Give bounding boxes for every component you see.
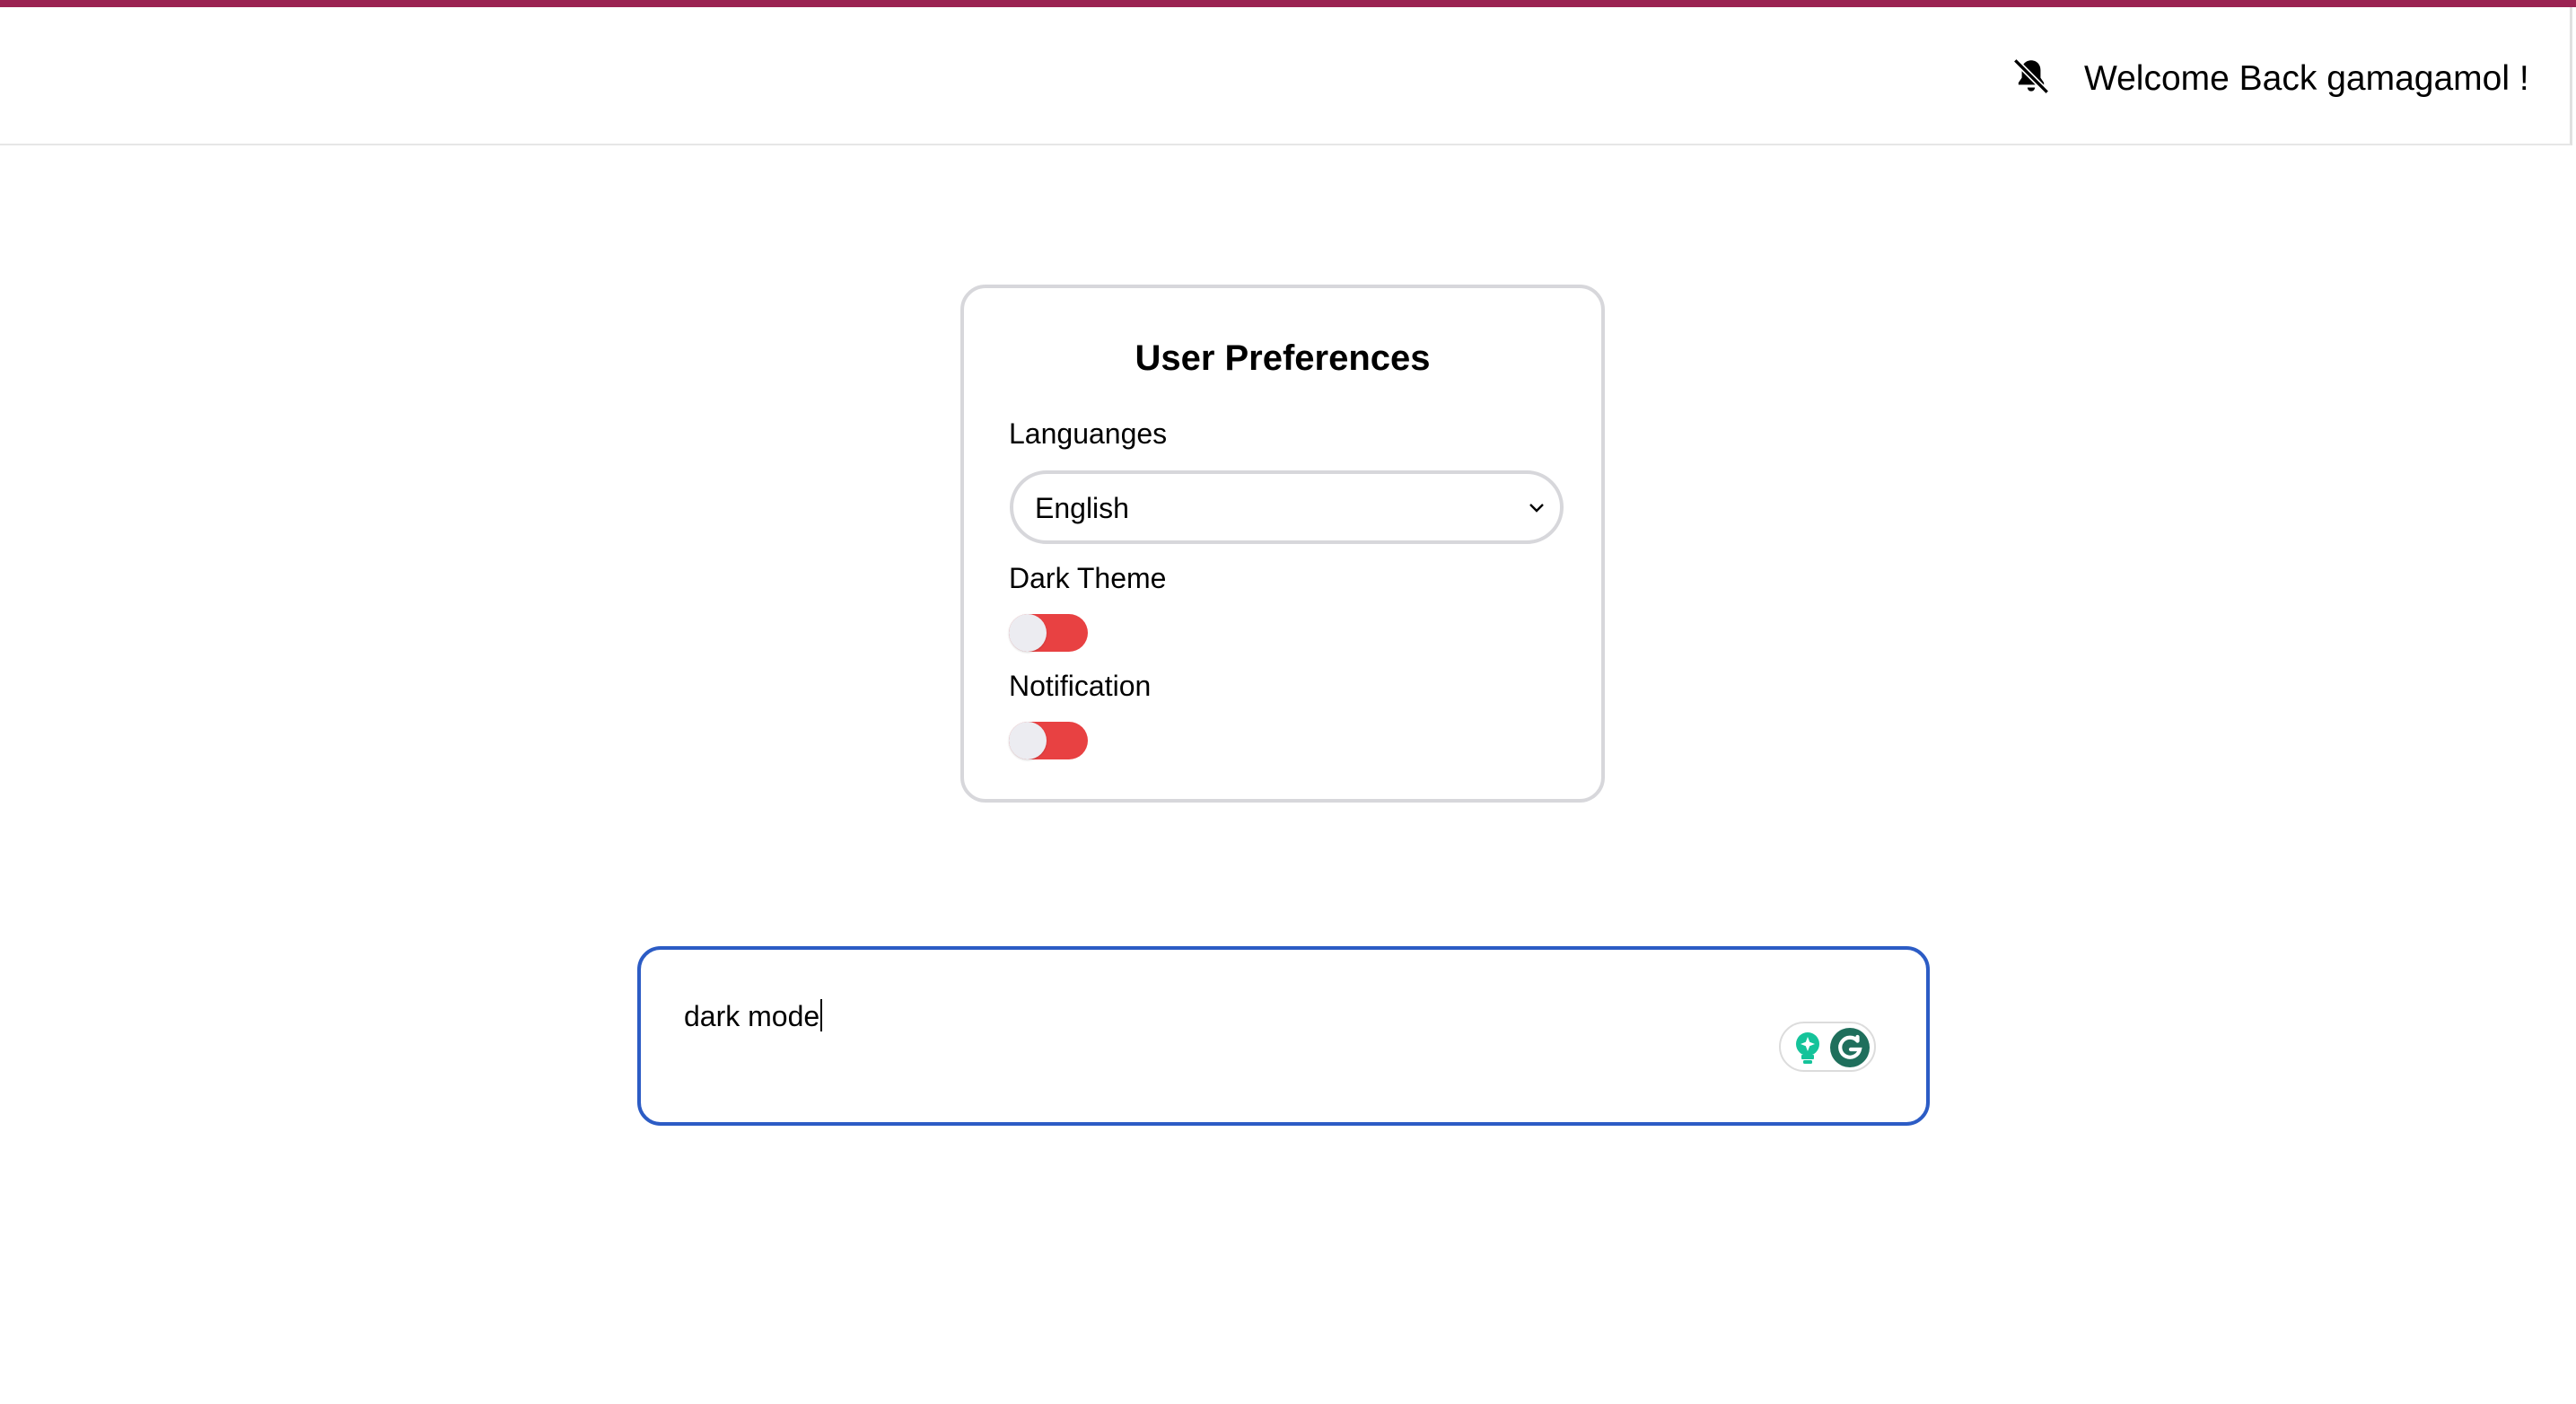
user-preferences-card: User Preferences Languanges English Dark…	[960, 285, 1605, 803]
grammarly-logo-icon[interactable]	[1829, 1027, 1871, 1068]
text-editor-value: dark mode	[684, 1000, 820, 1032]
grammarly-suggestion-icon[interactable]	[1792, 1031, 1824, 1066]
bell-slash-icon[interactable]	[2009, 54, 2054, 99]
notification-toggle[interactable]	[1009, 722, 1088, 759]
toggle-knob	[1009, 614, 1047, 652]
card-title: User Preferences	[1135, 338, 1431, 378]
chevron-down-icon	[1528, 499, 1546, 517]
language-select-value: English	[1035, 492, 1129, 524]
dark-theme-label: Dark Theme	[1009, 562, 1167, 594]
text-caret	[820, 999, 823, 1031]
text-editor-content: dark mode	[684, 998, 823, 1034]
text-editor-field[interactable]: dark mode	[637, 946, 1930, 1126]
language-select[interactable]: English	[1010, 470, 1564, 544]
header-bar: Welcome Back gamagamol !	[0, 7, 2572, 145]
toggle-knob	[1009, 722, 1047, 759]
top-accent-bar	[0, 0, 2576, 7]
dark-theme-toggle[interactable]	[1009, 614, 1088, 652]
welcome-message: Welcome Back gamagamol !	[2084, 59, 2529, 98]
grammarly-widget[interactable]	[1779, 1022, 1876, 1072]
notification-label: Notification	[1009, 670, 1152, 702]
language-label: Languanges	[1009, 417, 1168, 450]
